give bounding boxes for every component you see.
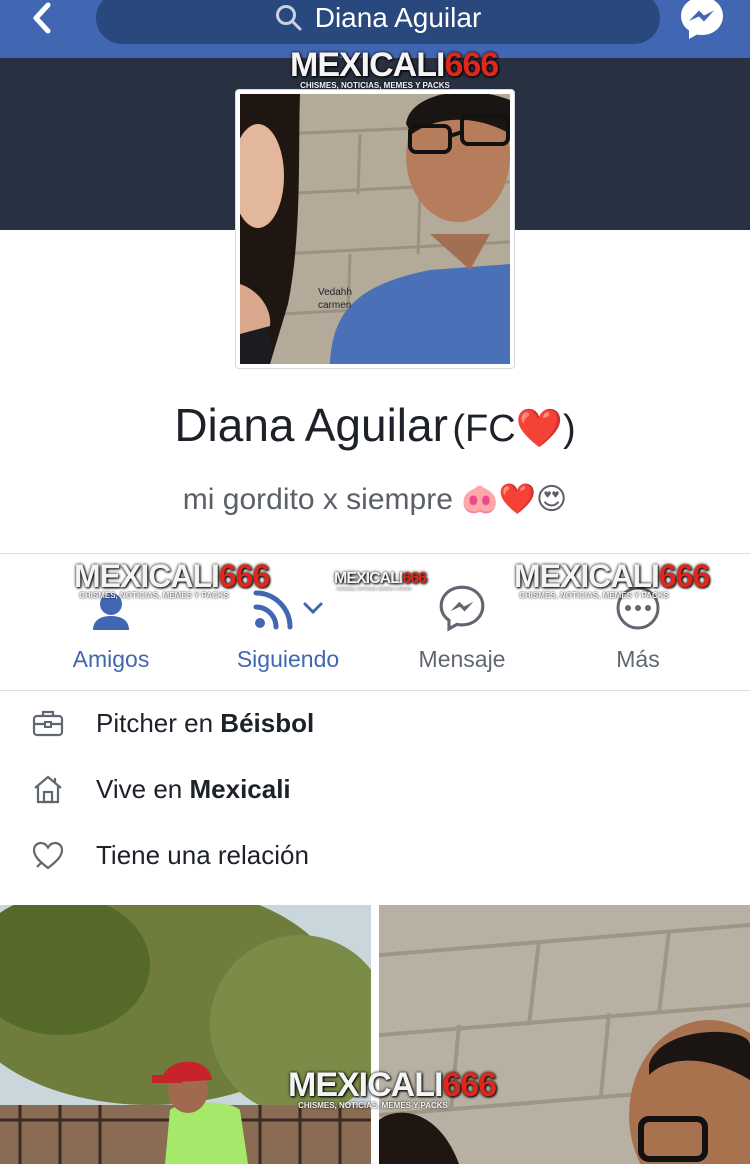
intro-work-prefix: Pitcher en <box>96 707 221 738</box>
intro-home-value: Mexicali <box>189 773 291 804</box>
intro-item-work[interactable]: Pitcher en Béisbol <box>0 690 750 756</box>
messenger-icon <box>439 585 485 632</box>
photo-image <box>379 905 750 1164</box>
profile-photo-image <box>240 94 510 364</box>
briefcase-icon <box>32 710 64 737</box>
search-value: Diana Aguilar <box>314 2 482 33</box>
photo-thumbnail[interactable] <box>0 905 371 1164</box>
intro-work-value: Béisbol <box>220 707 315 738</box>
watermark-logo: MEXICALI666 CHISMES, NOTICIAS, MEMES Y P… <box>288 1066 497 1110</box>
search-icon <box>275 5 302 31</box>
profile-name-row: Diana Aguilar (FC❤️) <box>0 398 750 452</box>
profile-picture[interactable]: Vedahh carmen <box>235 89 515 369</box>
chevron-left-icon <box>33 2 51 34</box>
intro-item-home[interactable]: Vive en Mexicali <box>0 756 750 822</box>
intro-home-prefix: Vive en <box>96 773 190 804</box>
back-button[interactable] <box>22 0 62 36</box>
search-field[interactable]: Diana Aguilar <box>96 0 660 44</box>
friends-label: Amigos <box>72 646 150 672</box>
intro-item-relationship[interactable]: Tiene una relación <box>0 822 750 888</box>
chevron-down-icon <box>303 602 323 615</box>
watermark-logo: MEXICALI666 CHISMES, NOTICIAS, MEMES Y P… <box>74 558 270 600</box>
following-label: Siguiendo <box>236 646 340 672</box>
photo-thumbnail[interactable] <box>379 905 750 1164</box>
messenger-button[interactable] <box>678 0 726 42</box>
profile-bio: mi gordito x siempre 🐽❤️😍 <box>182 483 568 516</box>
more-label: Más <box>616 646 660 672</box>
message-label: Mensaje <box>418 646 506 672</box>
profile-name-suffix: (FC❤️) <box>452 408 576 450</box>
heart-icon <box>32 841 64 870</box>
photo-image <box>0 905 371 1164</box>
divider <box>0 553 750 554</box>
watermark-logo: MEXICALI666 CHISMES, NOTICIAS, MEMES Y P… <box>334 570 427 591</box>
watermark-logo: MEXICALI666 CHISMES, NOTICIAS, MEMES Y P… <box>514 558 710 600</box>
photo-caption: Vedahh carmen <box>318 287 352 311</box>
intro-relationship-text: Tiene una relación <box>96 839 309 870</box>
watermark-logo: MEXICALI666 CHISMES, NOTICIAS, MEMES Y P… <box>290 46 499 90</box>
home-icon <box>34 775 62 804</box>
profile-name: Diana Aguilar <box>174 399 448 451</box>
messenger-icon <box>681 0 723 39</box>
